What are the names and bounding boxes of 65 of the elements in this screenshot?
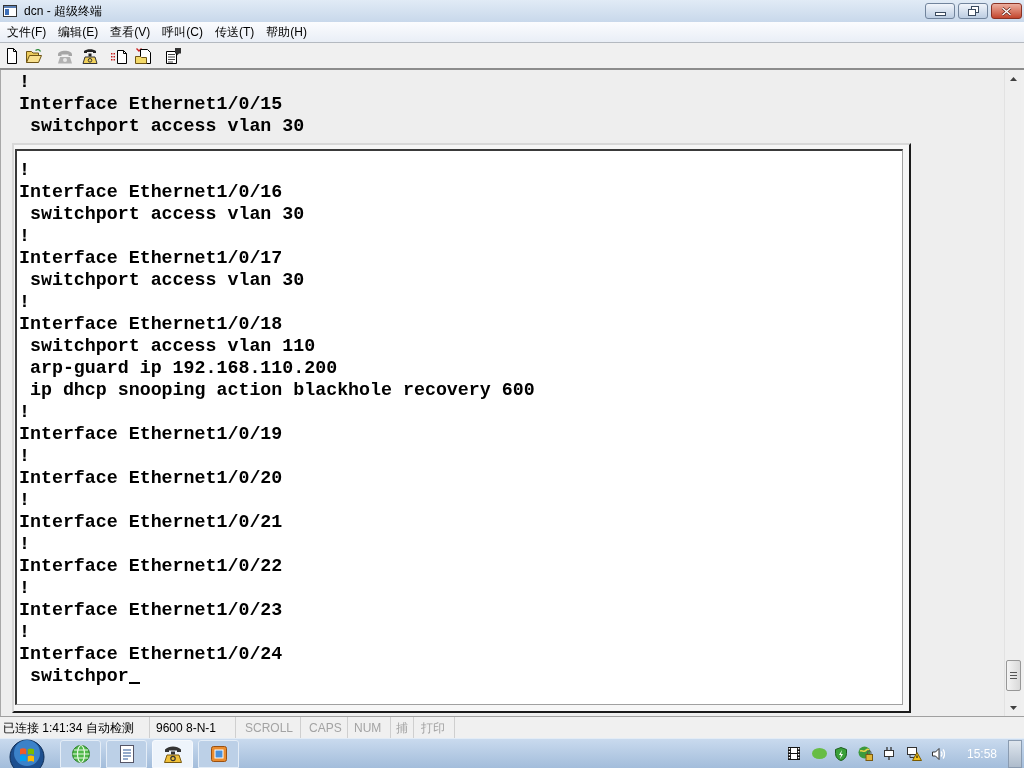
menu-item[interactable]: 呼叫(C): [156, 22, 209, 42]
terminal-line: !: [19, 445, 30, 467]
scroll-up-icon[interactable]: [1009, 76, 1017, 81]
desk-phone-icon[interactable]: [82, 47, 98, 64]
menu-item[interactable]: 编辑(E): [52, 22, 105, 42]
menu-item[interactable]: 查看(V): [104, 22, 157, 42]
terminal-line: !: [19, 225, 30, 247]
terminal-line: switchport access vlan 30: [28, 115, 305, 137]
network-warning-icon[interactable]: [907, 746, 922, 761]
start-orb-icon[interactable]: [9, 739, 45, 768]
minimize-button[interactable]: [925, 3, 955, 19]
menu-item[interactable]: 文件(F): [1, 22, 53, 42]
terminal-line: Interface Ethernet1/0/20: [19, 467, 283, 489]
desk-phone-icon: [162, 744, 183, 764]
blank-page-icon[interactable]: [4, 47, 20, 64]
terminal-line: !: [19, 159, 30, 181]
grip-icon: [1009, 672, 1017, 679]
globe-icon: [70, 744, 91, 764]
open-folder-icon[interactable]: [26, 47, 42, 64]
terminal-line: switchport access vlan 110: [28, 335, 316, 357]
terminal-line: switchpor: [28, 665, 129, 687]
restore-icon: [967, 6, 979, 16]
scroll-down-icon[interactable]: [1009, 705, 1017, 710]
terminal-line: switchport access vlan 30: [28, 203, 305, 225]
minimize-icon: [934, 11, 946, 16]
restore-button[interactable]: [958, 3, 988, 19]
terminal-line: switchport access vlan 30: [28, 269, 305, 291]
window-icon: [208, 744, 229, 764]
terminal-line: !: [19, 577, 30, 599]
close-button[interactable]: [991, 3, 1022, 19]
terminal-line: ip dhcp snooping action blackhole recovery 600: [28, 379, 535, 401]
shield-icon[interactable]: [835, 746, 847, 761]
scrollbar[interactable]: [1004, 70, 1021, 716]
terminal-line: Interface Ethernet1/0/17: [19, 247, 283, 269]
menu-item[interactable]: 传送(T): [209, 22, 261, 42]
globe-lock-icon[interactable]: [858, 746, 873, 761]
film-strip-icon[interactable]: [788, 747, 800, 760]
menu-item[interactable]: 帮助(H): [260, 22, 313, 42]
scrollbar-thumb[interactable]: [1005, 660, 1021, 691]
window-title: dcn - 超级终端: [24, 4, 102, 18]
page-folder-icon[interactable]: [135, 47, 151, 64]
close-icon: [1001, 6, 1012, 16]
terminal-line: Interface Ethernet1/0/24: [19, 643, 283, 665]
taskbar-button[interactable]: [198, 740, 239, 768]
terminal-line: !: [19, 489, 30, 511]
terminal-line: Interface Ethernet1/0/16: [19, 181, 283, 203]
terminal-line: !: [19, 621, 30, 643]
terminal-line: !: [19, 401, 30, 423]
terminal-line: Interface Ethernet1/0/18: [19, 313, 283, 335]
taskbar-button[interactable]: [106, 740, 147, 768]
terminal-line: !: [19, 71, 30, 93]
terminal-line: Interface Ethernet1/0/21: [19, 511, 283, 533]
terminal-line: arp-guard ip 192.168.110.200: [28, 357, 338, 379]
app-icon: [3, 5, 17, 17]
terminal-line: Interface Ethernet1/0/19: [19, 423, 283, 445]
speaker-icon[interactable]: [932, 747, 945, 760]
taskbar-button[interactable]: [152, 740, 193, 768]
terminal-line: Interface Ethernet1/0/23: [19, 599, 283, 621]
properties-icon[interactable]: [165, 47, 181, 64]
terminal-line: !: [19, 291, 30, 313]
terminal-line: Interface Ethernet1/0/22: [19, 555, 283, 577]
plug-icon[interactable]: [883, 747, 895, 760]
dotted-page-icon[interactable]: [111, 47, 127, 64]
terminal-line: Interface Ethernet1/0/15: [19, 93, 283, 115]
terminal-line: !: [19, 533, 30, 555]
